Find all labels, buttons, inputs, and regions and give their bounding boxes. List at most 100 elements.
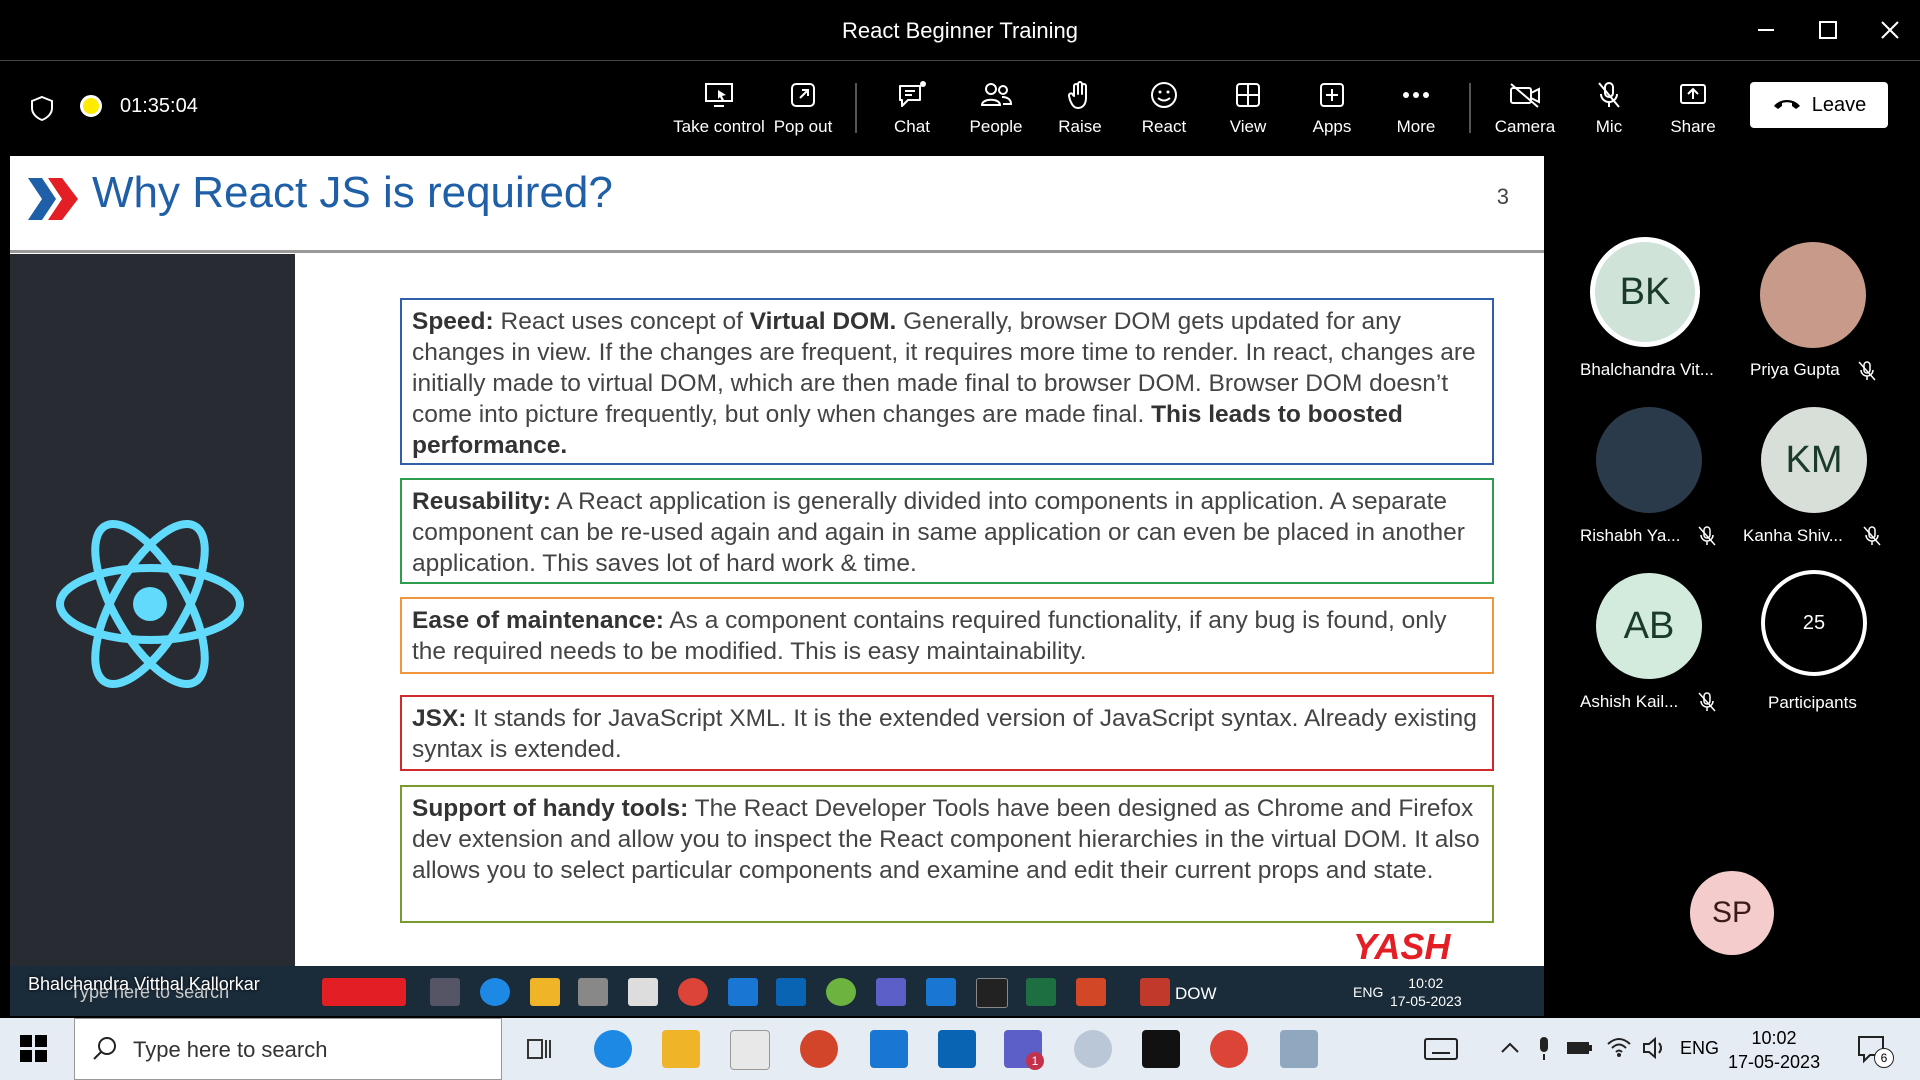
muted-mic-icon [1857,360,1877,387]
add-app-icon [1287,75,1377,115]
chat-button[interactable]: Chat [867,75,957,155]
box-heading: Speed: [412,308,494,335]
muted-mic-icon [1697,691,1717,718]
avatar: KM [1761,407,1867,513]
task-view-icon[interactable] [520,1030,558,1068]
mic-button[interactable]: Mic [1564,75,1654,155]
pop-out-label: Pop out [773,117,833,136]
raise-hand-button[interactable]: Raise [1035,75,1125,155]
teams-icon[interactable]: 1 [1004,1030,1044,1070]
people-icon [951,75,1041,115]
windows-start-icon[interactable] [20,1035,48,1068]
close-button[interactable] [1870,14,1910,46]
notification-icon[interactable]: 6 [1856,1034,1894,1071]
participant-tile[interactable]: KM [1761,407,1867,513]
yash-app-icon [322,978,406,1006]
vscode-icon[interactable] [870,1030,908,1068]
maximize-button[interactable] [1808,14,1848,46]
chevron-logo-icon [26,176,82,227]
shield-icon[interactable] [30,95,54,126]
leave-button[interactable]: Leave [1750,82,1888,128]
apps-button[interactable]: Apps [1287,75,1377,155]
spring-icon [826,978,856,1006]
toolbar-divider [855,83,857,133]
clock-time: 10:02 [1751,1028,1797,1048]
jsx-box: JSX: It stands for JavaScript XML. It is… [400,695,1494,771]
chevron-up-icon[interactable] [1500,1040,1520,1061]
shared-screen-taskbar: Type here to search Bhalchandra Vitthal … [10,966,1544,1016]
participant-name: Kanha Shiv... [1743,526,1843,545]
people-button[interactable]: People [951,75,1041,155]
network-app-icon[interactable] [1280,1030,1318,1068]
box-heading: Reusability: [412,488,551,515]
react-label: React [1141,117,1187,136]
more-label: More [1396,117,1436,136]
edge-icon[interactable] [594,1030,632,1068]
avatar: SP [1690,871,1774,955]
meeting-timer: 01:35:04 [120,95,198,117]
file-explorer-icon[interactable] [662,1030,700,1068]
battery-icon[interactable] [1566,1040,1594,1061]
share-button[interactable]: Share [1648,75,1738,155]
notification-count: 6 [1874,1048,1894,1068]
participants-label: Participants [1768,693,1857,712]
participant-name: Rishabh Ya... [1580,526,1681,545]
box-heading: Ease of maintenance: [412,607,664,634]
view-button[interactable]: View [1203,75,1293,155]
react-button[interactable]: React [1119,75,1209,155]
outlook-icon[interactable] [938,1030,976,1068]
excel-icon [1026,978,1056,1006]
slide-header: Why React JS is required? 3 [10,156,1544,253]
participant-tile[interactable]: SP [1690,871,1774,955]
participant-tile[interactable] [1596,407,1702,513]
file-explorer-icon [530,978,560,1006]
taskbar-search-box[interactable]: Type here to search [74,1018,502,1080]
avatar-photo [1596,407,1702,513]
wifi-icon[interactable] [1606,1036,1632,1063]
mic-label: Mic [1595,117,1623,136]
participants-count: 25 [1761,570,1867,676]
more-button[interactable]: More [1371,75,1461,155]
smiley-icon [1119,75,1209,115]
terminal-icon[interactable] [1142,1030,1180,1068]
more-dots-icon [1371,75,1461,115]
participants-count-button[interactable]: 25 [1761,570,1867,676]
minimize-button[interactable] [1746,14,1786,46]
volume-icon[interactable] [1642,1036,1668,1065]
shared-language: ENG [1353,984,1384,1000]
paint-icon[interactable] [1074,1030,1112,1068]
shared-slide: Why React JS is required? 3 Speed: React… [10,156,1544,1016]
slide-number: 3 [1496,184,1509,209]
box-bold-text: Virtual DOM. [749,308,897,335]
toolbar-divider [1469,83,1471,133]
muted-mic-icon [1862,525,1882,552]
avatar: BK [1590,237,1700,347]
participant-tile[interactable] [1760,242,1866,348]
taskbar-clock[interactable]: 10:02 17-05-2023 [1728,1026,1820,1074]
touch-keyboard-icon[interactable] [1424,1038,1458,1065]
apps-label: Apps [1312,117,1352,136]
speed-box: Speed: React uses concept of Virtual DOM… [400,298,1494,465]
people-label: People [969,117,1023,136]
search-icon [91,1035,119,1068]
microphone-icon[interactable] [1536,1036,1552,1067]
camera-button[interactable]: Camera [1480,75,1570,155]
chrome-icon[interactable] [1210,1030,1248,1068]
remote-desktop-icon[interactable] [800,1030,838,1068]
task-view-icon [430,978,460,1006]
box-text: It stands for JavaScript XML. It is the … [412,705,1477,763]
store-icon[interactable] [730,1030,770,1070]
handy-tools-box: Support of handy tools: The React Develo… [400,785,1494,923]
yash-logo: YASH [1353,926,1451,967]
participant-tile[interactable]: BK [1590,237,1700,347]
search-placeholder: Type here to search [133,1037,328,1062]
presenter-name: Bhalchandra Vitthal Kallorkar [28,974,260,994]
participant-tile[interactable]: AB [1596,573,1702,679]
meeting-toolbar: 01:35:04 Take control Pop out Chat Peopl… [0,60,1920,157]
box-text: A React application is generally divided… [412,488,1465,577]
mail-icon [628,978,658,1006]
shared-clock: 10:02 17-05-2023 [1390,974,1462,1010]
pop-out-button[interactable]: Pop out [758,75,848,155]
pop-out-icon [758,75,848,115]
language-indicator[interactable]: ENG [1680,1038,1719,1059]
